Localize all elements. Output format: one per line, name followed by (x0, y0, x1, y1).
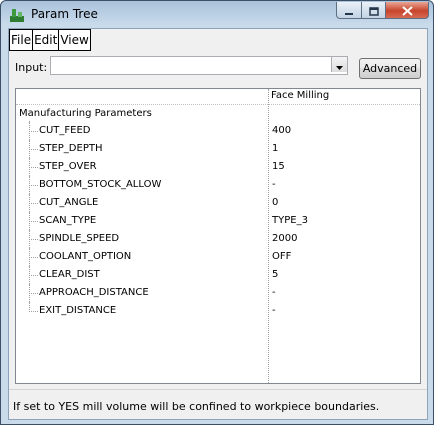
tree-row[interactable]: SCAN_TYPE TYPE_3 (16, 212, 420, 230)
menu-view[interactable]: View (58, 29, 91, 51)
window-title: Param Tree (31, 7, 98, 21)
param-name: STEP_DEPTH (39, 143, 103, 154)
tree-row[interactable]: COOLANT_OPTION OFF (16, 248, 420, 266)
param-value[interactable]: 1 (272, 143, 278, 154)
param-value[interactable]: 0 (272, 197, 278, 208)
menu-bar: File Edit View (9, 29, 91, 51)
parameter-tree[interactable]: Face Milling Manufacturing Parameters CU… (15, 88, 421, 384)
tree-row[interactable]: CLEAR_DIST 5 (16, 266, 420, 284)
param-name: BOTTOM_STOCK_ALLOW (39, 179, 162, 190)
param-name: APPROACH_DISTANCE (39, 287, 149, 298)
tree-row[interactable]: CUT_FEED 400 (16, 122, 420, 140)
menu-file[interactable]: File (9, 29, 34, 51)
tree-branch (29, 158, 38, 168)
tree-branch (29, 248, 38, 258)
app-window: Param Tree File Edit View Input: Advance… (0, 0, 434, 425)
status-text: If set to YES mill volume will be confin… (13, 400, 380, 413)
status-separator (9, 389, 427, 390)
header-divider (16, 104, 420, 105)
tree-row[interactable]: APPROACH_DISTANCE - (16, 284, 420, 302)
tree-branch (29, 230, 38, 240)
param-name: STEP_OVER (39, 161, 97, 172)
menu-edit[interactable]: Edit (32, 29, 60, 51)
tree-branch (29, 212, 38, 222)
client-area: File Edit View Input: Advanced Face Mill… (8, 28, 428, 420)
input-combobox[interactable] (50, 56, 348, 75)
param-name: SCAN_TYPE (39, 215, 97, 226)
param-name: CLEAR_DIST (39, 269, 100, 280)
tree-branch (29, 176, 38, 186)
tree-branch (29, 140, 38, 150)
param-value[interactable]: 15 (272, 161, 285, 172)
param-value[interactable]: - (272, 287, 276, 298)
tree-row[interactable]: STEP_OVER 15 (16, 158, 420, 176)
tree-branch (29, 284, 38, 294)
param-name: CUT_ANGLE (39, 197, 99, 208)
param-value[interactable]: TYPE_3 (272, 215, 308, 226)
column-header-parameter[interactable] (16, 89, 267, 104)
param-value[interactable]: 5 (272, 269, 278, 280)
tree-row[interactable]: CUT_ANGLE 0 (16, 194, 420, 212)
title-bar[interactable]: Param Tree (1, 1, 433, 29)
param-name: SPINDLE_SPEED (39, 233, 120, 244)
tree-row[interactable]: SPINDLE_SPEED 2000 (16, 230, 420, 248)
close-button[interactable] (385, 2, 429, 19)
minimize-button[interactable] (336, 2, 362, 19)
param-name: CUT_FEED (39, 125, 91, 136)
tree-root-node[interactable]: Manufacturing Parameters (19, 108, 152, 119)
maximize-icon (368, 1, 379, 20)
tree-branch (29, 302, 38, 312)
tree-row[interactable]: STEP_DEPTH 1 (16, 140, 420, 158)
tree-row[interactable]: BOTTOM_STOCK_ALLOW - (16, 176, 420, 194)
tree-branch (29, 266, 38, 276)
param-value[interactable]: 400 (272, 125, 291, 136)
param-value[interactable]: OFF (272, 251, 291, 262)
minimize-icon (344, 1, 354, 20)
param-value[interactable]: - (272, 305, 276, 316)
param-name: COOLANT_OPTION (39, 251, 132, 262)
close-icon (401, 1, 413, 20)
tree-branch (29, 122, 38, 132)
maximize-button[interactable] (361, 2, 386, 19)
chevron-down-icon (336, 55, 343, 74)
app-logo-icon (9, 7, 25, 23)
advanced-button[interactable]: Advanced (359, 58, 421, 79)
tree-row[interactable]: EXIT_DISTANCE - (16, 302, 420, 320)
input-label: Input: (15, 61, 48, 74)
column-header-value[interactable]: Face Milling (271, 89, 419, 104)
input-dropdown-button[interactable] (331, 57, 347, 72)
tree-branch (29, 194, 38, 204)
param-value[interactable]: - (272, 179, 276, 190)
param-name: EXIT_DISTANCE (39, 305, 117, 316)
param-value[interactable]: 2000 (272, 233, 297, 244)
